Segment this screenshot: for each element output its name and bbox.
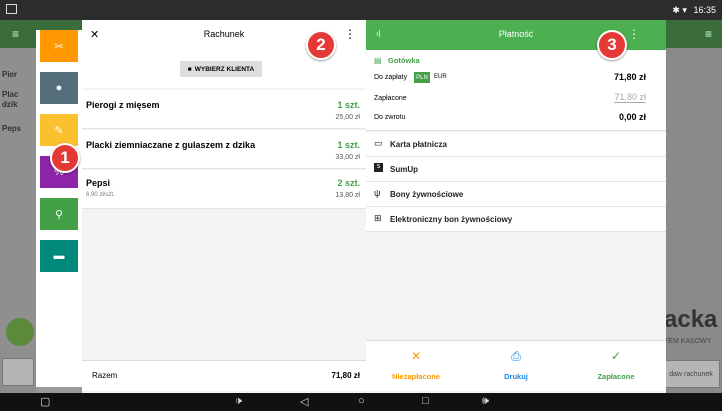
item-qty: 2 szt. <box>337 178 360 188</box>
back-icon[interactable]: ◁ <box>300 395 308 408</box>
close-icon: ✕ <box>410 349 422 363</box>
item-qty: 1 szt. <box>337 140 360 150</box>
screenshot-icon[interactable]: ▢ <box>40 395 50 408</box>
payment-panel: ›| Płatność ⋮ ▤ Gotówka Do zapłaty PLN E… <box>366 20 666 393</box>
due-label: Do zapłaty <box>374 74 408 81</box>
choose-client-label: WYBIERZ KLIENTA <box>194 65 255 73</box>
currency-pln-button[interactable]: PLN <box>414 72 430 83</box>
method-label: Elektroniczny bon żywnościowy <box>390 215 513 224</box>
bg-close-bill-button: daw rachunek <box>662 360 720 388</box>
due-value: 71,80 zł <box>613 72 646 82</box>
brand-logo: acka <box>664 306 718 333</box>
fork-icon[interactable]: ✂ <box>40 30 78 62</box>
change-value: 0,00 zł <box>618 112 646 122</box>
method-evoucher[interactable]: ⊞ Elektroniczny bon żywnościowy <box>366 207 666 232</box>
method-label: Bony żywnościowe <box>390 190 464 199</box>
card-icon: ▭ <box>374 138 383 148</box>
bg-label: Peps <box>2 124 22 133</box>
status-right: ✱ ▾ 16:35 <box>672 5 716 16</box>
background-left: Pier Plac dzik Peps <box>0 48 36 393</box>
list-item[interactable]: Pierogi z mięsem 1 szt. 25,00 zł <box>82 90 366 129</box>
evoucher-icon: ⊞ <box>374 213 382 223</box>
method-label: Karta płatnicza <box>390 140 447 149</box>
paid-button[interactable]: ✓ Zapłacone <box>566 341 666 391</box>
bg-label: Plac <box>2 90 19 99</box>
item-price: 25,00 zł <box>335 114 360 121</box>
item-name: Pepsi <box>86 178 111 188</box>
list-item[interactable]: Pepsi 6,90 zł/szt. 2 szt. 13,80 zł <box>82 170 366 209</box>
method-sumup[interactable]: s SumUp <box>366 157 666 182</box>
bg-menu-icon: ≡ <box>704 27 712 41</box>
person-icon: ■ <box>187 65 192 73</box>
nav-bar: ▢ 🕩 ◁ ○ □ 🕪 <box>0 393 722 411</box>
list-item[interactable]: Placki ziemniaczane z gulaszem z dzika 1… <box>82 130 366 169</box>
item-price: 13,80 zł <box>335 192 360 199</box>
unpaid-button[interactable]: ✕ Niezapłacone <box>366 341 466 391</box>
more-icon[interactable]: ⋮ <box>628 27 640 41</box>
cash-label: Gotówka <box>388 56 420 65</box>
bg-label: Pier <box>2 70 18 79</box>
printer-icon: ⎙ <box>511 349 521 363</box>
quick-menu: ✂ ● ✎ % ⚲ ▬ <box>36 30 82 387</box>
bill-panel: ✕ Rachunek ⋮ ■ WYBIERZ KLIENTA Pierogi z… <box>82 20 366 393</box>
item-price: 33,00 zł <box>335 154 360 161</box>
check-icon: ✓ <box>610 349 622 363</box>
item-unit-price: 6,90 zł/szt. <box>86 192 115 198</box>
item-name: Pierogi z mięsem <box>86 100 160 110</box>
volume-up-icon[interactable]: 🕪 <box>482 395 489 408</box>
paid-label: Zapłacone <box>597 372 635 381</box>
currency-eur-button[interactable]: EUR <box>434 74 447 80</box>
walker-icon[interactable]: ⚲ <box>40 198 78 230</box>
method-vouchers[interactable]: ψ Bony żywnościowe <box>366 182 666 207</box>
bg-label: dzik <box>2 100 18 109</box>
person-icon[interactable]: ● <box>40 72 78 104</box>
item-name: Placki ziemniaczane z gulaszem z dzika <box>86 140 256 150</box>
callout-badge-3: 3 <box>597 30 627 60</box>
clock: 16:35 <box>693 5 716 15</box>
recent-icon[interactable]: □ <box>422 395 429 407</box>
total-value: 71,80 zł <box>331 371 360 380</box>
status-icons: ✱ ▾ <box>672 5 687 15</box>
method-label: SumUp <box>390 165 418 174</box>
callout-badge-1: 1 <box>50 143 80 173</box>
print-label: Drukuj <box>504 372 528 381</box>
cash-section: ▤ Gotówka Do zapłaty PLN EUR 71,80 zł Za… <box>366 50 666 131</box>
total-bar: Razem 71,80 zł <box>82 360 366 391</box>
home-icon[interactable]: ○ <box>358 395 365 407</box>
more-icon[interactable]: ⋮ <box>344 27 356 41</box>
change-label: Do zwrotu <box>374 114 406 121</box>
choose-client-button[interactable]: ■ WYBIERZ KLIENTA <box>180 61 262 77</box>
car-icon[interactable]: ▬ <box>40 240 78 272</box>
screen-icon <box>6 4 17 14</box>
cash-icon: ▤ <box>374 56 382 65</box>
volume-down-icon[interactable]: 🕩 <box>235 395 242 408</box>
print-button[interactable]: ⎙ Drukuj <box>466 341 566 391</box>
brand-sub: TEM KASOWY <box>664 338 712 345</box>
menu-icon: ≡ <box>12 27 20 41</box>
method-card[interactable]: ▭ Karta płatnicza <box>366 132 666 157</box>
paid-input[interactable]: 71,80 zł <box>614 92 646 103</box>
cutlery-icon: ψ <box>374 188 381 198</box>
sumup-icon: s <box>374 163 383 172</box>
item-qty: 1 szt. <box>337 100 360 110</box>
background-right: acka TEM KASOWY daw rachunek <box>660 48 722 393</box>
status-bar: ✱ ▾ 16:35 <box>0 0 722 20</box>
unpaid-label: Niezapłacone <box>392 372 440 381</box>
bg-fab <box>6 318 34 346</box>
action-bar: ✕ Niezapłacone ⎙ Drukuj ✓ Zapłacone <box>366 340 666 391</box>
callout-badge-2: 2 <box>306 30 336 60</box>
pen-icon[interactable]: ✎ <box>40 114 78 146</box>
bg-button <box>2 358 34 386</box>
total-label: Razem <box>92 371 118 380</box>
paid-label: Zapłacone <box>374 95 407 102</box>
